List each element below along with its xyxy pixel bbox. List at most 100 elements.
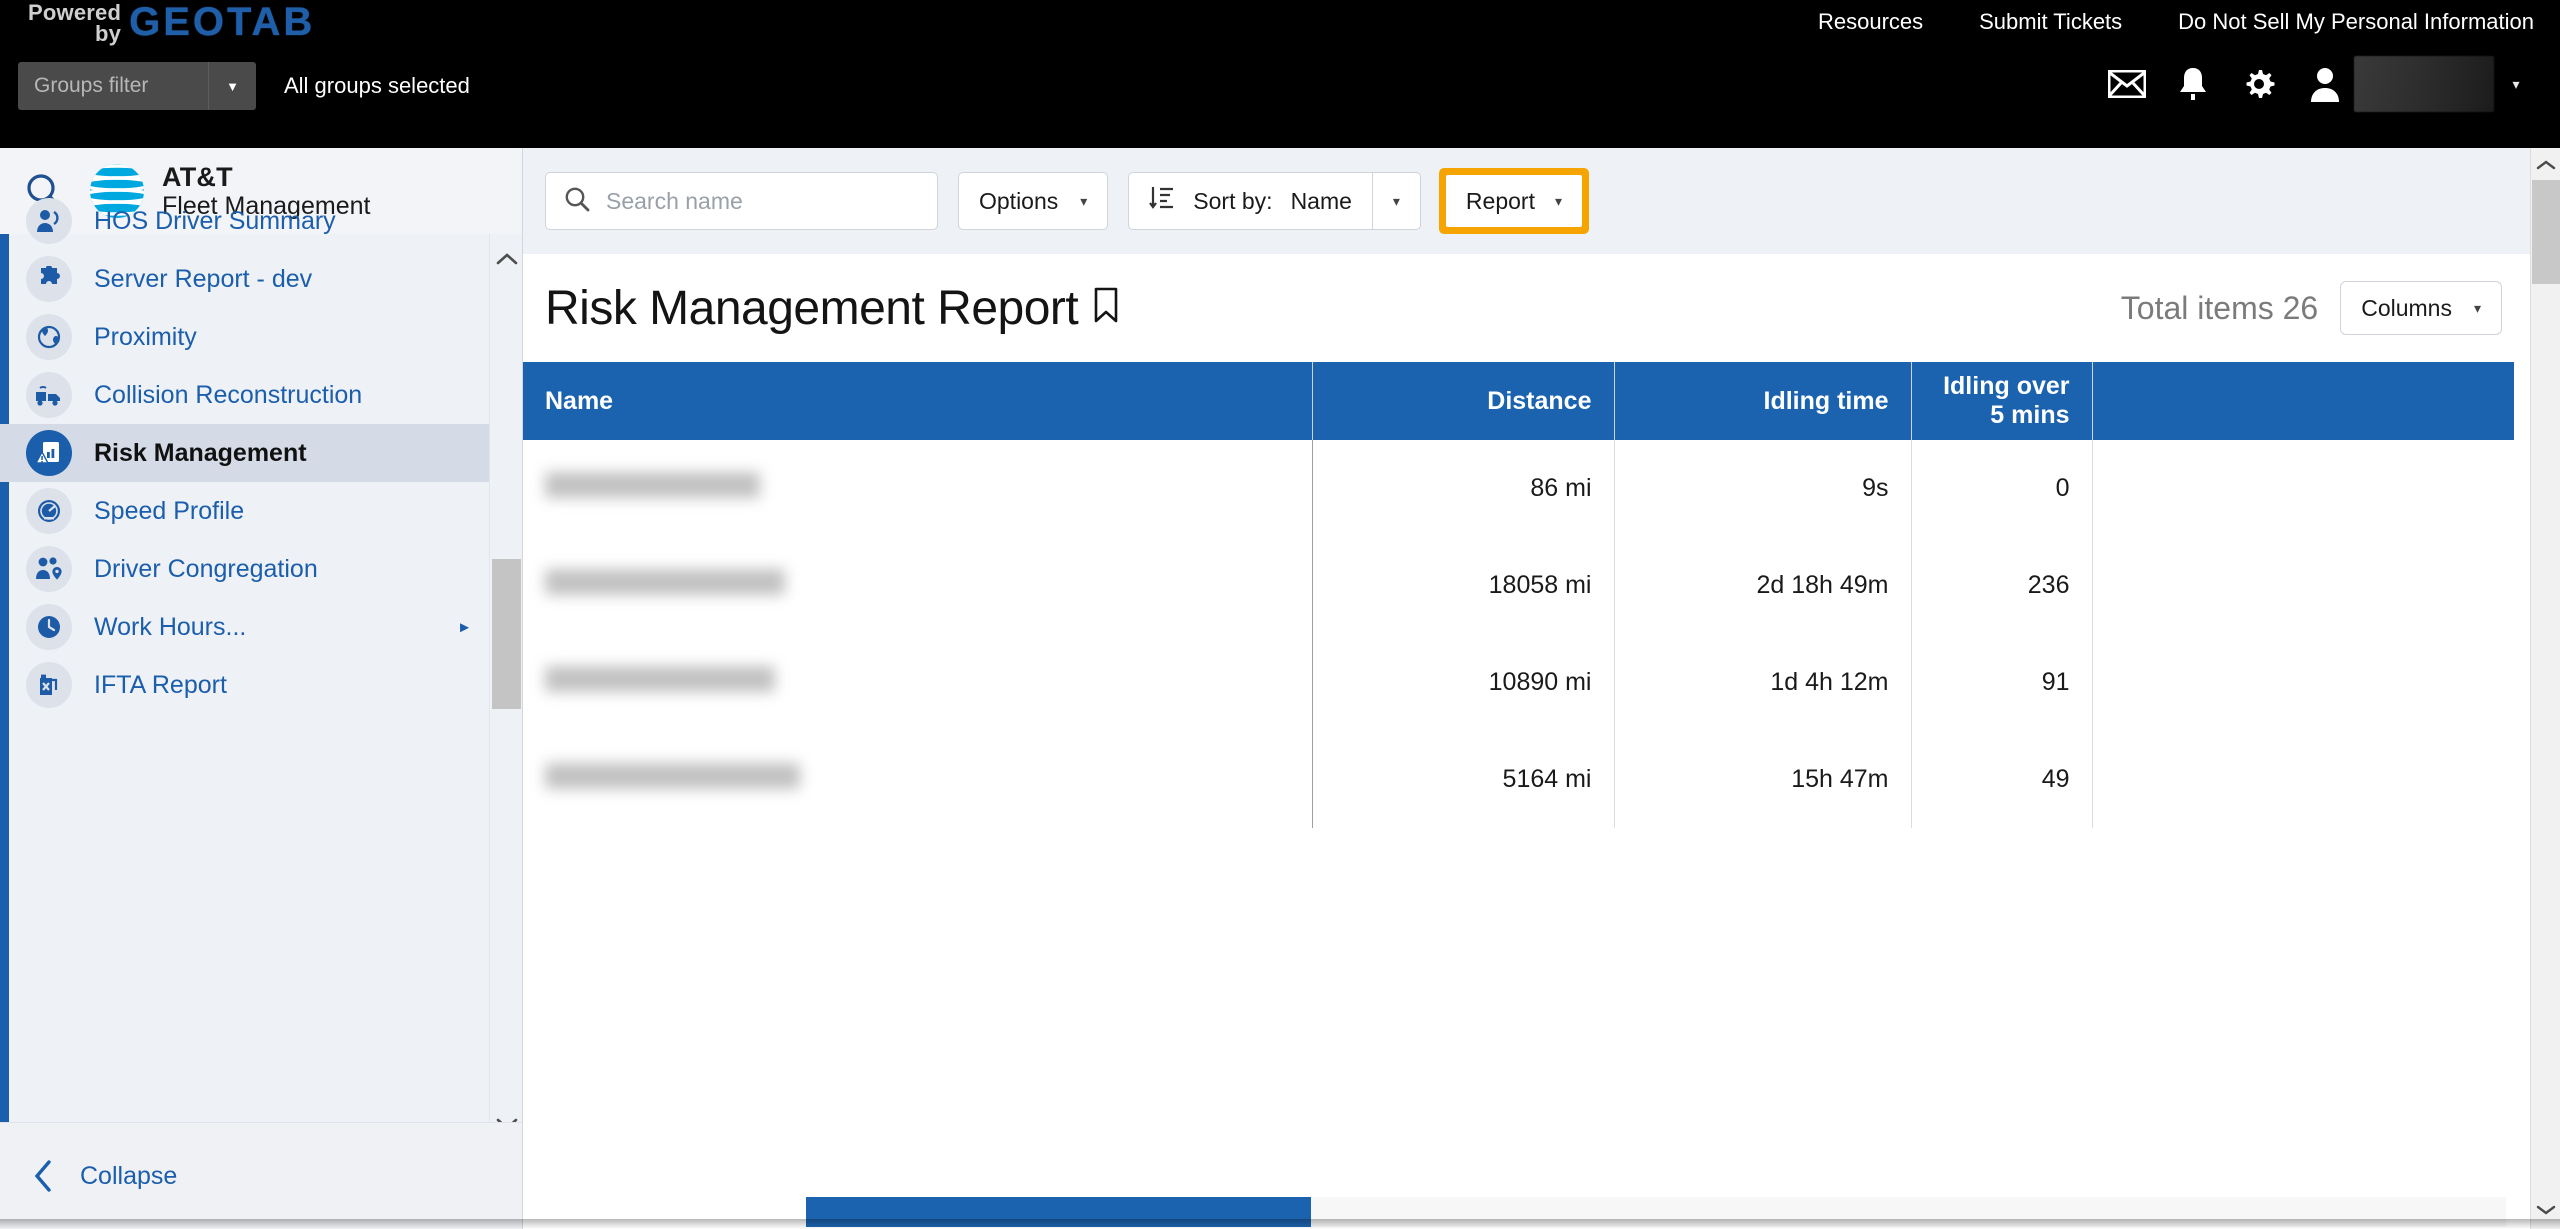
bookmark-icon[interactable] [1092, 281, 1120, 336]
page-vertical-scrollbar[interactable] [2530, 148, 2560, 1229]
powered-line-2: by [95, 21, 122, 46]
chevron-down-icon: ▾ [2473, 299, 2481, 316]
submit-tickets-link[interactable]: Submit Tickets [1979, 9, 2122, 35]
sort-by-control[interactable]: Sort by: Name ▾ [1128, 172, 1421, 230]
report-label: Report [1465, 187, 1535, 214]
sort-by-main[interactable]: Sort by: Name [1129, 173, 1372, 229]
user-menu-caret-icon[interactable]: ▾ [2494, 56, 2538, 112]
sidebar: AT&T Fleet Management HOS Driver Summary [0, 148, 523, 1229]
chevron-up-icon[interactable] [490, 242, 522, 276]
sidebar-item-label: Proximity [94, 322, 197, 351]
search-input[interactable] [606, 187, 906, 215]
chevron-up-icon[interactable] [2531, 150, 2560, 180]
cell-idling-over-5: 0 [1911, 440, 2093, 537]
report-button[interactable]: Report ▾ [1445, 175, 1582, 227]
sidebar-item-speed-profile[interactable]: Speed Profile [0, 482, 490, 540]
sidebar-item-server-report-dev[interactable]: Server Report - dev [0, 250, 490, 308]
sidebar-item-label: Driver Congregation [94, 554, 318, 583]
column-header-idling-time[interactable]: Idling time [1614, 362, 1912, 440]
column-header-name[interactable]: Name [523, 362, 1313, 440]
sidebar-item-collision-reconstruction[interactable]: Collision Reconstruction [0, 366, 490, 424]
options-button[interactable]: Options ▾ [958, 172, 1109, 230]
sidebar-item-label: IFTA Report [94, 670, 227, 699]
sidebar-item-hos-driver-summary[interactable]: HOS Driver Summary [0, 192, 490, 250]
clock-icon [26, 604, 72, 650]
cell-name [523, 440, 1313, 537]
redacted-name [545, 472, 760, 498]
redacted-name [545, 763, 800, 789]
sidebar-item-label: Risk Management [94, 438, 307, 467]
column-header-distance[interactable]: Distance [1312, 362, 1615, 440]
table-row[interactable]: 5164 mi 15h 47m 49 [523, 731, 2514, 828]
column-header-idling-over-5-mins[interactable]: Idling over 5 mins [1911, 362, 2093, 440]
powered-by-geotab-logo: Powered by GEOTAB [28, 0, 315, 46]
groups-selected-label: All groups selected [284, 73, 470, 98]
sidebar-item-label: Server Report - dev [94, 264, 313, 293]
search-field[interactable] [545, 172, 938, 230]
cell-distance: 18058 mi [1312, 537, 1615, 634]
sidebar-scrollbar-thumb[interactable] [492, 559, 521, 709]
speedometer-icon [26, 488, 72, 534]
report-toolbar: Options ▾ Sort by: Name ▾ Report ▾ [523, 148, 2530, 254]
options-label: Options [979, 187, 1059, 214]
table-row[interactable]: 86 mi 9s 0 [523, 440, 2514, 537]
table-row[interactable]: 18058 mi 2d 18h 49m 236 [523, 537, 2514, 634]
cell-idling-time: 9s [1614, 440, 1912, 537]
resources-link[interactable]: Resources [1818, 9, 1923, 35]
fuel-can-icon [26, 662, 72, 708]
gear-icon[interactable] [2226, 56, 2292, 112]
columns-button[interactable]: Columns ▾ [2340, 281, 2502, 335]
cell-blank [2092, 537, 2514, 634]
redacted-name [545, 666, 775, 692]
header-links: Resources Submit Tickets Do Not Sell My … [1818, 2, 2534, 42]
proximity-icon [26, 314, 72, 360]
chevron-down-icon[interactable] [2531, 1195, 2560, 1225]
chevron-down-icon[interactable]: ▼ [208, 62, 256, 110]
search-icon [564, 186, 590, 217]
collision-icon [26, 372, 72, 418]
sidebar-item-driver-congregation[interactable]: Driver Congregation [0, 540, 490, 598]
sidebar-item-work-hours[interactable]: Work Hours... ► [0, 598, 490, 656]
sort-by-label: Sort by: [1193, 187, 1273, 214]
table-horizontal-scrollbar-thumb[interactable] [806, 1197, 1311, 1227]
cell-name [523, 634, 1313, 731]
user-icon[interactable] [2292, 56, 2358, 112]
page-title: Risk Management Report [545, 281, 1120, 336]
sidebar-scrollbar[interactable] [489, 234, 522, 1147]
sidebar-item-label: HOS Driver Summary [94, 206, 336, 235]
sort-by-value: Name [1290, 187, 1352, 214]
cell-distance: 5164 mi [1312, 731, 1615, 828]
cell-distance: 86 mi [1312, 440, 1615, 537]
groups-filter-dropdown[interactable]: Groups filter ▼ [18, 62, 256, 110]
application-window: Powered by GEOTAB Resources Submit Ticke… [0, 0, 2560, 1229]
sidebar-item-proximity[interactable]: Proximity [0, 308, 490, 366]
column-header-blank[interactable] [2092, 362, 2514, 440]
table-horizontal-scrollbar[interactable] [806, 1197, 2506, 1227]
sidebar-item-ifta-report[interactable]: IFTA Report [0, 656, 490, 714]
cell-idling-time: 2d 18h 49m [1614, 537, 1912, 634]
report-table: Name Distance Idling time Idling over 5 … [523, 362, 2514, 828]
collapse-sidebar-button[interactable]: Collapse [0, 1122, 522, 1229]
groups-filter-row: Groups filter ▼ All groups selected [18, 62, 470, 110]
page-scrollbar-thumb[interactable] [2532, 180, 2560, 284]
table-body: 86 mi 9s 0 18058 mi 2d 18h 49m 236 10890… [523, 440, 2514, 828]
risk-report-icon [26, 430, 72, 476]
sort-direction-caret-icon[interactable]: ▾ [1371, 173, 1420, 229]
sidebar-nav-area: HOS Driver Summary Server Report - dev P… [0, 198, 522, 1229]
cell-name [523, 731, 1313, 828]
total-items-label: Total items 26 [2120, 289, 2319, 326]
cell-idling-over-5: 49 [1911, 731, 2093, 828]
mail-icon[interactable] [2094, 56, 2160, 112]
cell-idling-over-5: 91 [1911, 634, 2093, 731]
cell-idling-time: 15h 47m [1614, 731, 1912, 828]
report-table-container: Name Distance Idling time Idling over 5 … [523, 362, 2530, 1229]
page-title-row: Risk Management Report Total items 26 Co… [523, 254, 2530, 362]
driver-summary-icon [26, 198, 72, 244]
table-row[interactable]: 10890 mi 1d 4h 12m 91 [523, 634, 2514, 731]
cell-blank [2092, 731, 2514, 828]
sidebar-item-label: Work Hours... [94, 612, 247, 641]
do-not-sell-link[interactable]: Do Not Sell My Personal Information [2178, 9, 2534, 35]
cell-name [523, 537, 1313, 634]
bell-icon[interactable] [2160, 56, 2226, 112]
sidebar-item-risk-management[interactable]: Risk Management [0, 424, 490, 482]
